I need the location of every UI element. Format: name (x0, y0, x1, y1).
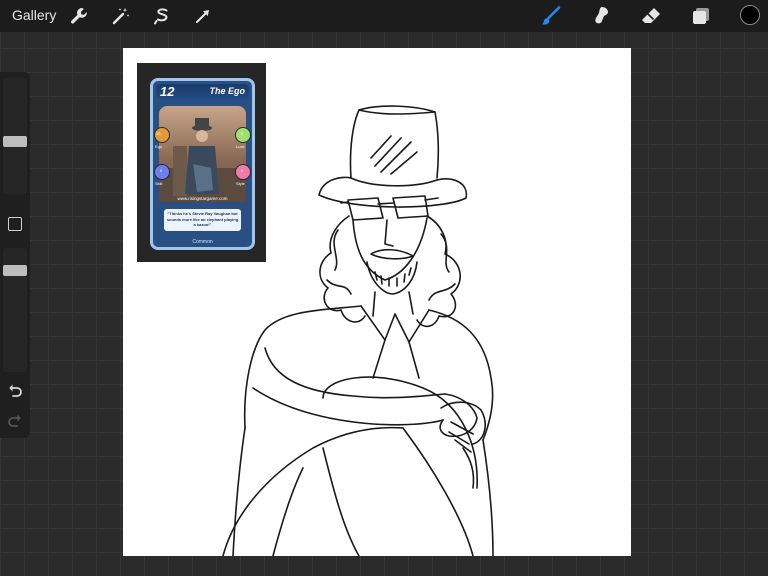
card-quote: "Thinks he's Stevie Ray Vaughan but soun… (164, 209, 241, 231)
stat-style-label: Style (236, 181, 245, 186)
stat-ego-value: 35 (156, 131, 161, 136)
color-picker-button[interactable] (740, 5, 760, 25)
stat-luck-value: 0 (241, 131, 244, 136)
card-url: www.risingstargame.com (177, 196, 228, 201)
card-title: The Ego (209, 86, 246, 96)
selection-icon[interactable] (151, 5, 173, 27)
musician-figure (159, 118, 246, 202)
opacity-thumb[interactable] (3, 264, 27, 276)
stat-ego-label: Ego (155, 144, 163, 149)
card-photo (159, 106, 246, 202)
stat-style-value: 0 (241, 168, 244, 173)
stat-skill-label: Skill (155, 181, 163, 186)
stat-skill-value: 0 (160, 168, 163, 173)
drawing-canvas[interactable]: 12 The Ego 35 Ego 0 Luck 0 Skill 0 Style… (123, 48, 631, 556)
redo-icon[interactable] (6, 412, 24, 430)
side-bar (0, 72, 30, 438)
gallery-button[interactable]: Gallery (12, 7, 56, 23)
brush-icon[interactable] (540, 5, 562, 27)
reference-image-panel[interactable]: 12 The Ego 35 Ego 0 Luck 0 Skill 0 Style… (137, 63, 266, 262)
smudge-icon[interactable] (590, 5, 612, 27)
transform-arrow-icon[interactable] (192, 5, 214, 27)
card-number: 12 (160, 84, 175, 99)
undo-icon[interactable] (6, 382, 24, 400)
wrench-icon[interactable] (68, 5, 90, 27)
modify-button[interactable] (8, 217, 22, 231)
stat-luck-label: Luck (236, 144, 245, 149)
card-header: 12 The Ego (156, 84, 249, 100)
trading-card: 12 The Ego 35 Ego 0 Luck 0 Skill 0 Style… (150, 78, 255, 250)
magic-wand-icon[interactable] (110, 5, 132, 27)
top-toolbar: Gallery (0, 0, 768, 32)
eraser-icon[interactable] (640, 5, 662, 27)
layers-icon[interactable] (690, 5, 712, 27)
card-rarity: Common (192, 239, 213, 245)
brush-size-thumb[interactable] (3, 135, 27, 147)
